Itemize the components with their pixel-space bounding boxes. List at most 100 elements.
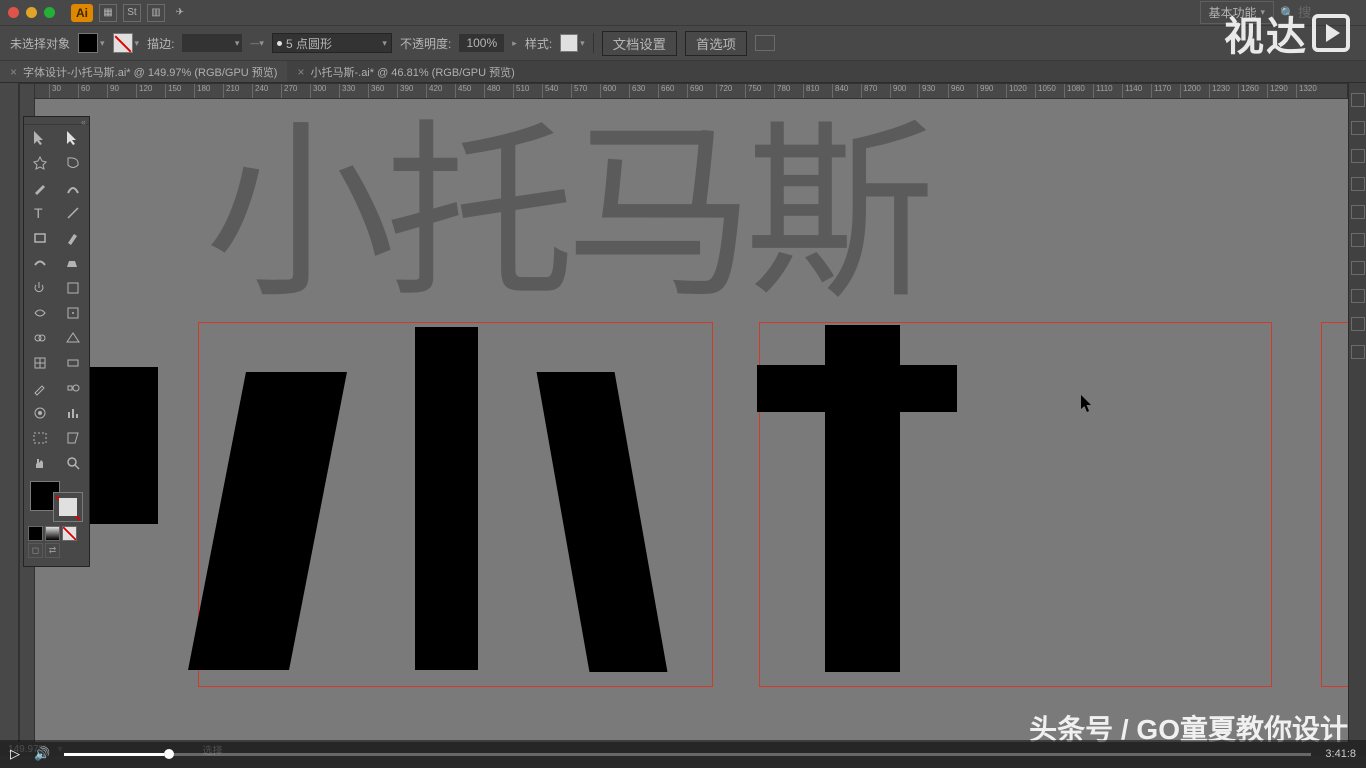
magic-wand-tool[interactable]	[24, 150, 57, 175]
panel-icon[interactable]	[1351, 121, 1365, 135]
progress-bar[interactable]	[64, 753, 1311, 756]
pen-tool[interactable]	[24, 175, 57, 200]
toolbox: « T ◻ ⇄	[23, 116, 90, 567]
gradient-mode-icon[interactable]	[45, 526, 60, 541]
symbol-sprayer-tool[interactable]	[24, 400, 57, 425]
window-controls	[8, 7, 55, 18]
mouse-cursor-icon	[1081, 395, 1095, 418]
direct-selection-tool[interactable]	[57, 125, 90, 150]
progress-knob[interactable]	[164, 749, 174, 759]
svg-text:T: T	[34, 205, 43, 221]
panel-icon[interactable]	[1351, 233, 1365, 247]
curvature-tool[interactable]	[57, 175, 90, 200]
opacity-input[interactable]	[459, 34, 504, 52]
left-dock	[0, 83, 19, 743]
artboard-outline	[1321, 322, 1348, 687]
document-setup-button[interactable]: 文档设置	[602, 31, 677, 56]
chevron-down-icon: ▾	[135, 38, 140, 49]
vector-shape[interactable]	[757, 365, 957, 412]
eraser-tool[interactable]	[57, 250, 90, 275]
normal-screen-mode-icon[interactable]: ◻	[28, 543, 43, 558]
collapse-icon[interactable]: «	[81, 117, 86, 124]
brush-definition[interactable]: 5 点圆形 ▾	[272, 33, 392, 53]
panel-icon[interactable]	[1351, 177, 1365, 191]
panel-icon[interactable]	[1351, 149, 1365, 163]
fill-color[interactable]: ▾	[78, 33, 105, 53]
play-icon[interactable]: ▷	[10, 746, 20, 762]
fill-stroke-control[interactable]	[28, 479, 85, 524]
titlebar: Ai ▦ St ▥ ✈ 基本功能 ▾ 🔍	[0, 0, 1366, 25]
close-tab-icon[interactable]: ×	[10, 65, 17, 79]
stroke-color[interactable]: ▾	[113, 33, 140, 53]
arrange-docs-icon[interactable]: ▥	[147, 4, 165, 22]
zoom-tool[interactable]	[57, 450, 90, 475]
mesh-tool[interactable]	[24, 350, 57, 375]
close-window-icon[interactable]	[8, 7, 19, 18]
panel-icon[interactable]	[1351, 93, 1365, 107]
stroke-swatch[interactable]	[53, 492, 83, 522]
document-tab[interactable]: × 字体设计-小托马斯.ai* @ 149.97% (RGB/GPU 预览)	[0, 61, 287, 82]
vector-shape[interactable]	[415, 327, 478, 670]
hand-tool[interactable]	[24, 450, 57, 475]
panel-icon[interactable]	[1351, 289, 1365, 303]
rectangle-tool[interactable]	[24, 225, 57, 250]
panel-icon[interactable]	[1351, 317, 1365, 331]
control-bar: 未选择对象 ▾ ▾ 描边: ▾ —▾ 5 点圆形 ▾ 不透明度: ▸ 样式: ▾…	[0, 25, 1366, 61]
perspective-tool[interactable]	[57, 325, 90, 350]
slice-tool[interactable]	[57, 425, 90, 450]
free-transform-tool[interactable]	[57, 300, 90, 325]
width-tool[interactable]	[24, 300, 57, 325]
align-to-icon[interactable]	[755, 35, 775, 51]
bridge-icon[interactable]: ▦	[99, 4, 117, 22]
scale-tool[interactable]	[57, 275, 90, 300]
gradient-tool[interactable]	[57, 350, 90, 375]
column-graph-tool[interactable]	[57, 400, 90, 425]
brand-text: 视达	[1224, 4, 1308, 62]
stroke-label: 描边:	[147, 35, 174, 52]
lasso-tool[interactable]	[57, 150, 90, 175]
close-tab-icon[interactable]: ×	[297, 65, 304, 79]
minimize-window-icon[interactable]	[26, 7, 37, 18]
app-icon: Ai	[71, 4, 93, 22]
type-tool[interactable]: T	[24, 200, 57, 225]
panel-icon[interactable]	[1351, 345, 1365, 359]
graphic-style[interactable]: ▾	[560, 34, 585, 52]
stroke-profile-dd[interactable]: —▾	[250, 38, 264, 49]
stroke-weight-input[interactable]: ▾	[182, 34, 242, 52]
video-control-bar: ▷ 🔊 3:41:8	[0, 740, 1366, 768]
preferences-button[interactable]: 首选项	[685, 31, 747, 56]
tab-label: 字体设计-小托马斯.ai* @ 149.97% (RGB/GPU 预览)	[23, 64, 277, 80]
stock-icon[interactable]: St	[123, 4, 141, 22]
right-dock	[1348, 83, 1366, 743]
paintbrush-tool[interactable]	[57, 225, 90, 250]
line-tool[interactable]	[57, 200, 90, 225]
panel-icon[interactable]	[1351, 205, 1365, 219]
brand-watermark: 视达	[1224, 4, 1350, 62]
canvas[interactable]: 小托马斯	[35, 99, 1348, 743]
video-timestamp: 3:41:8	[1325, 748, 1356, 760]
maximize-window-icon[interactable]	[44, 7, 55, 18]
brush-label: 5 点圆形	[286, 35, 332, 52]
chevron-down-icon: ▾	[382, 38, 387, 49]
artboard-tool[interactable]	[24, 425, 57, 450]
none-mode-icon[interactable]	[62, 526, 77, 541]
color-mode-icon[interactable]	[28, 526, 43, 541]
shape-builder-tool[interactable]	[24, 325, 57, 350]
panel-icon[interactable]	[1351, 261, 1365, 275]
selection-status: 未选择对象	[10, 35, 70, 52]
opacity-chevron-icon[interactable]: ▸	[512, 38, 517, 49]
shaper-tool[interactable]	[24, 250, 57, 275]
gpu-icon[interactable]: ✈	[171, 4, 189, 22]
horizontal-ruler[interactable]: 0306090120150180210240270300330360390420…	[19, 83, 1348, 99]
document-tab[interactable]: × 小托马斯-.ai* @ 46.81% (RGB/GPU 预览)	[287, 61, 524, 82]
chevron-down-icon: ▾	[100, 38, 105, 49]
volume-icon[interactable]: 🔊	[34, 746, 50, 762]
blend-tool[interactable]	[57, 375, 90, 400]
rotate-tool[interactable]	[24, 275, 57, 300]
selection-tool[interactable]	[24, 125, 57, 150]
style-label: 样式:	[525, 35, 552, 52]
screen-mode-switch-icon[interactable]: ⇄	[45, 543, 60, 558]
brand-play-icon	[1312, 14, 1350, 52]
opacity-label: 不透明度:	[400, 35, 451, 52]
eyedropper-tool[interactable]	[24, 375, 57, 400]
